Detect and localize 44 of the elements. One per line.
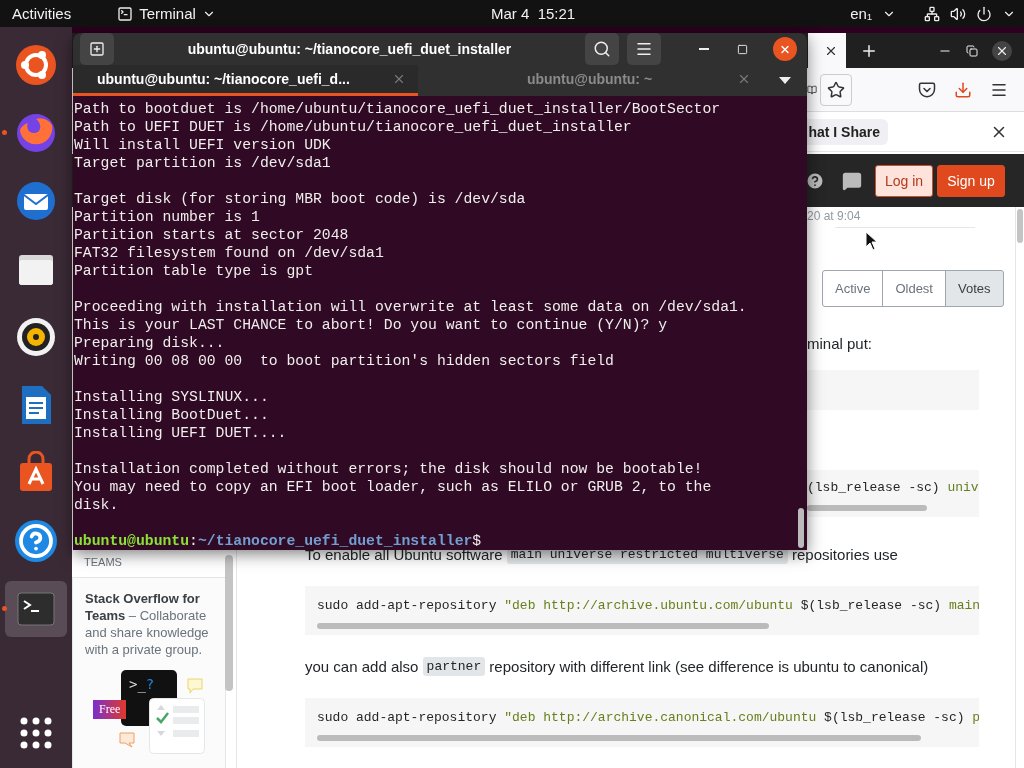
terminal-line: disk.: [74, 496, 120, 514]
terminal-line: Target disk (for storing MBR boot code) is /dev/sda: [74, 190, 527, 208]
answer-text: you can add also: [305, 658, 420, 675]
app-menu[interactable]: Terminal: [139, 5, 196, 22]
free-badge: Free: [93, 700, 127, 719]
login-button[interactable]: Log in: [875, 164, 933, 197]
answer-text: minal put:: [807, 335, 874, 352]
terminal-line: Path to UEFI DUET is /home/ubuntu/tianocore_uefi_duet_installer: [74, 118, 633, 136]
terminal-line: Installing UEFI DUET....: [74, 424, 288, 442]
terminal-line: Path to bootduet is /home/ubuntu/tianocore_uefi_duet_installer/BootSector: [74, 100, 722, 118]
answer-text: repository with different link (see difference is ubuntu to canonical): [488, 658, 929, 675]
terminal-line: Target partition is /dev/sda1: [74, 154, 332, 172]
clock[interactable]: Mar 4 15:21: [490, 5, 576, 22]
terminal-line: Installing SYSLINUX...: [74, 388, 270, 406]
sidebar-heading: TEAMS: [83, 555, 123, 569]
promo-text: Stack Overflow for Teams – Collaborate and share knowledge with a private group.: [85, 590, 210, 658]
terminal-line: Partition number is 1: [74, 208, 261, 226]
terminal-line: Partition starts at sector 2048: [74, 226, 350, 244]
terminal-line: Installation completed without errors; the disk should now be bootable!: [74, 460, 704, 478]
code-line: sudo add-apt-repository "deb http://archive.canonical.com/ubuntu $(lsb_release -sc) p: [317, 710, 979, 725]
terminal-line: Preparing disk...: [74, 334, 226, 352]
signup-button[interactable]: Sign up: [937, 164, 1005, 197]
prompt-glyph: >_: [129, 676, 146, 695]
terminal-line: You may need to copy an EFI boot loader, such as ELILO or GRUB 2, to the: [74, 478, 713, 496]
terminal-line: Partition table type is gpt: [74, 262, 314, 280]
terminal-tab[interactable]: ubuntu@ubuntu: ~/tianocore_uefi_d...: [73, 65, 418, 96]
window-title: ubuntu@ubuntu: ~/tianocore_uefi_duet_installer: [186, 41, 513, 58]
terminal-line: Installing BootDuet...: [74, 406, 270, 424]
question-mark: ?: [145, 676, 155, 692]
input-source[interactable]: en₁: [850, 5, 872, 22]
terminal-line: Proceeding with installation will overwrite at least some data on /dev/sda1.: [74, 298, 748, 316]
terminal-line: FAT32 filesystem found on /dev/sda1: [74, 244, 385, 262]
code-line: (lsb_release -sc) univ: [807, 480, 979, 495]
sort-tab[interactable]: Active: [822, 270, 884, 307]
terminal-line: Writing 00 08 00 00 to boot partition's hidden sectors field: [74, 352, 615, 370]
answer-text: repositories use: [791, 546, 898, 563]
sort-tab[interactable]: Oldest: [882, 270, 946, 307]
inline-code: partner: [422, 657, 486, 676]
answer-date: 20 at 9:04: [807, 209, 862, 223]
code-line: sudo add-apt-repository "deb http://archive.ubuntu.com/ubuntu $(lsb_release -sc) main: [317, 598, 979, 613]
activities-button[interactable]: Activities: [12, 5, 72, 22]
terminal-line: Will install UEFI version UDK: [74, 136, 332, 154]
sort-tab[interactable]: Votes: [945, 270, 1004, 307]
terminal-line: This is your LAST CHANCE to abort! Do you want to continue (Y/N)? y: [74, 316, 669, 334]
